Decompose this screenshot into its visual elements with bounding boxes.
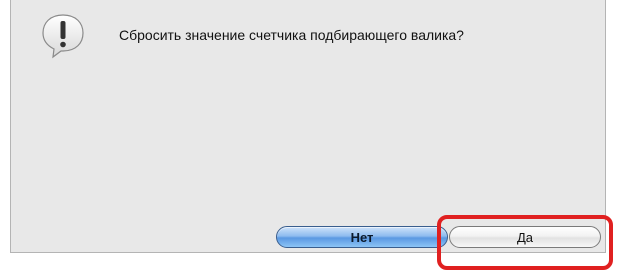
dialog-message: Сбросить значение счетчика подбирающего … <box>119 27 464 43</box>
alert-icon <box>39 12 87 60</box>
no-button[interactable]: Нет <box>276 226 448 248</box>
yes-button[interactable]: Да <box>449 226 601 248</box>
confirm-dialog: Сбросить значение счетчика подбирающего … <box>10 0 606 253</box>
